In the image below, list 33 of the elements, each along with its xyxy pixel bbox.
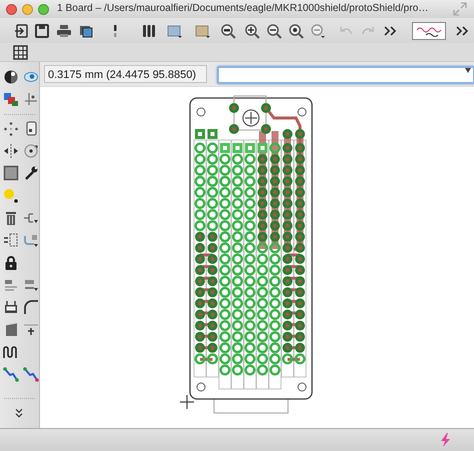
print-icon[interactable] — [56, 22, 72, 38]
open-icon[interactable] — [14, 22, 30, 38]
zoom-fit-icon[interactable] — [220, 22, 236, 38]
meander-icon[interactable] — [3, 344, 19, 360]
zoom-out-icon[interactable] — [266, 22, 282, 38]
trash-icon[interactable] — [3, 210, 19, 226]
zoom-button[interactable] — [38, 4, 49, 14]
move-icon[interactable] — [3, 120, 19, 137]
circle-icon[interactable] — [3, 188, 19, 204]
lock-icon[interactable] — [3, 254, 19, 271]
zoom-in-icon[interactable] — [244, 22, 260, 38]
coordinate-display: 0.3175 mm (24.4475 95.8850) — [44, 65, 207, 83]
route-icon[interactable] — [3, 366, 19, 382]
miter-icon[interactable] — [23, 299, 39, 316]
wrench-icon[interactable] — [23, 165, 39, 182]
dropdown-caret-icon[interactable] — [465, 68, 471, 73]
command-field[interactable] — [217, 66, 474, 84]
lightning-icon[interactable] — [438, 432, 452, 448]
mirror-icon[interactable] — [3, 143, 19, 160]
close-button[interactable] — [6, 4, 17, 14]
zoom-area-icon[interactable] — [288, 22, 304, 38]
rotate-icon[interactable] — [23, 143, 39, 160]
board-view-icon[interactable] — [195, 22, 211, 38]
chevrons-icon[interactable] — [13, 406, 25, 419]
route-icon[interactable] — [23, 366, 39, 382]
layers-icon[interactable] — [3, 91, 19, 108]
board-view-icon[interactable] — [167, 22, 183, 38]
logo-icon[interactable] — [412, 22, 446, 40]
grid-icon[interactable] — [13, 44, 28, 60]
save-icon[interactable] — [34, 22, 50, 38]
palette-icon[interactable] — [3, 69, 19, 86]
group-icon[interactable] — [3, 165, 19, 182]
window-title: 1 Board – /Users/mauroalfieri/Documents/eagle/MKR1000shield/protoShield/pro… — [57, 2, 430, 16]
